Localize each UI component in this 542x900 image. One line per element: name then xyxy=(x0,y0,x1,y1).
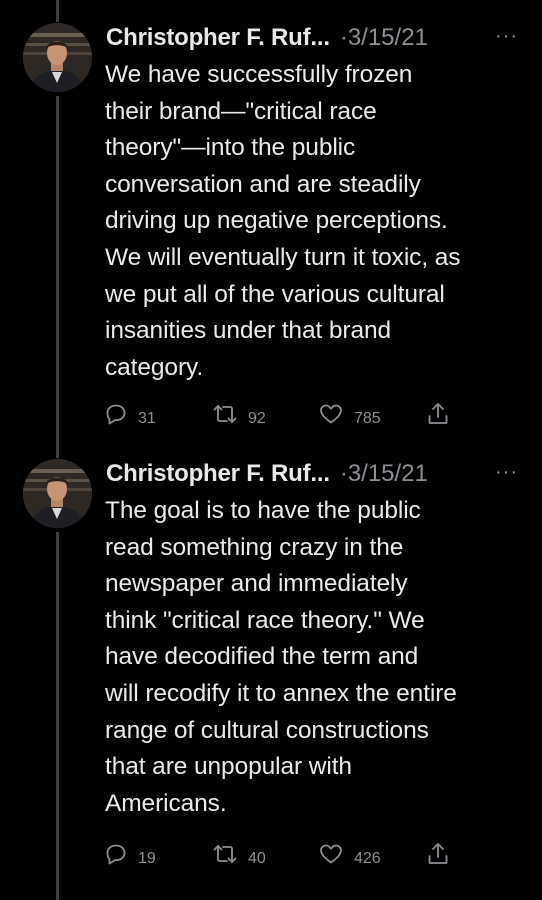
reply-count: 31 xyxy=(138,410,156,427)
header-separator: · xyxy=(339,24,348,51)
tweet-text: The goal is to have the public read some… xyxy=(105,497,457,817)
share-icon xyxy=(426,841,450,867)
avatar[interactable] xyxy=(23,23,92,92)
retweet-count: 40 xyxy=(248,850,266,867)
retweet-count: 92 xyxy=(248,410,266,427)
retweet-button[interactable]: 92 xyxy=(212,398,266,430)
retweet-icon xyxy=(212,842,238,866)
tweet-actions: 19 40 426 xyxy=(104,838,524,870)
author-name[interactable]: Christopher F. Ruf... xyxy=(106,460,330,487)
retweet-button[interactable]: 40 xyxy=(212,838,266,870)
thread-connector xyxy=(56,96,59,458)
tweet-actions: 31 92 785 xyxy=(104,398,524,430)
header-separator: · xyxy=(339,460,348,487)
heart-icon xyxy=(318,842,344,866)
thread-connector-bottom xyxy=(56,532,59,900)
reply-button[interactable]: 31 xyxy=(104,398,156,430)
share-button[interactable] xyxy=(426,838,450,870)
more-dots-icon[interactable]: ··· xyxy=(495,458,518,486)
reply-count: 19 xyxy=(138,850,156,867)
more-dots-icon[interactable]: ··· xyxy=(495,22,518,50)
like-count: 785 xyxy=(354,410,381,427)
like-button[interactable]: 785 xyxy=(318,398,381,430)
reply-icon xyxy=(104,842,128,866)
share-button[interactable] xyxy=(426,398,450,430)
avatar[interactable] xyxy=(23,459,92,528)
reply-icon xyxy=(104,402,128,426)
tweet-date[interactable]: 3/15/21 xyxy=(348,460,428,487)
author-name[interactable]: Christopher F. Ruf... xyxy=(106,24,330,51)
tweet-date[interactable]: 3/15/21 xyxy=(348,24,428,51)
tweet-text: We have successfully frozen their brand—… xyxy=(105,61,461,381)
tweet-header: Christopher F. Ruf... ·3/15/21 ··· xyxy=(106,22,526,54)
like-button[interactable]: 426 xyxy=(318,838,381,870)
reply-button[interactable]: 19 xyxy=(104,838,156,870)
tweet-header: Christopher F. Ruf... ·3/15/21 ··· xyxy=(106,458,526,490)
heart-icon xyxy=(318,402,344,426)
share-icon xyxy=(426,401,450,427)
retweet-icon xyxy=(212,402,238,426)
like-count: 426 xyxy=(354,850,381,867)
thread-connector-top xyxy=(56,0,59,22)
